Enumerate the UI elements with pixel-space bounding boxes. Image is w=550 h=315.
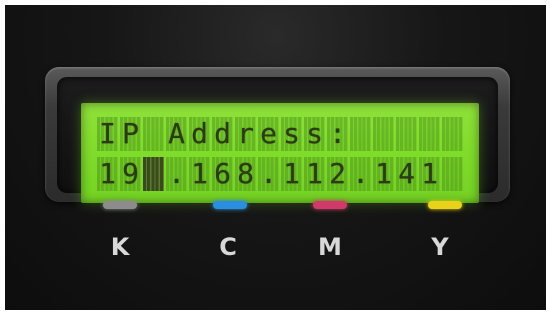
toner-label-m: M	[318, 233, 342, 261]
lcd-line-1: IP Address:	[97, 117, 467, 151]
lcd-char-cell: 9	[120, 157, 141, 191]
lcd-cursor-cell	[143, 157, 164, 191]
lcd-char-cell: 1	[419, 157, 440, 191]
lcd-char-cell: 1	[281, 157, 302, 191]
lcd-char-cell	[442, 117, 463, 151]
lcd-char-cell: I	[97, 117, 118, 151]
lcd-char-cell	[419, 117, 440, 151]
lcd-char-cell: :	[327, 117, 348, 151]
lcd-text-area: IP Address: 19.168.112.141	[97, 117, 467, 193]
lcd-char-cell: P	[120, 117, 141, 151]
lcd-char-cell	[396, 117, 417, 151]
lcd-char-cell: 1	[373, 157, 394, 191]
lcd-line-2: 19.168.112.141	[97, 157, 467, 191]
led-gray-icon	[103, 201, 137, 209]
lcd-char-cell: s	[281, 117, 302, 151]
toner-label-y: Y	[431, 233, 449, 261]
lcd-char-cell: .	[166, 157, 187, 191]
lcd-char-cell: e	[258, 117, 279, 151]
lcd-char-cell: 6	[212, 157, 233, 191]
lcd-char-cell: .	[350, 157, 371, 191]
lcd-char-cell: A	[166, 117, 187, 151]
lcd-char-cell: d	[189, 117, 210, 151]
lcd-char-cell: s	[304, 117, 325, 151]
led-cyan-icon	[213, 201, 247, 209]
toner-label-k: K	[110, 233, 130, 261]
lcd-char-cell: 1	[304, 157, 325, 191]
toner-led-row	[5, 201, 546, 213]
led-magenta-icon	[313, 201, 347, 209]
lcd-char-cell: 2	[327, 157, 348, 191]
led-yellow-icon	[428, 201, 462, 209]
lcd-char-cell: .	[258, 157, 279, 191]
lcd-char-cell	[350, 117, 371, 151]
lcd-char-cell: r	[235, 117, 256, 151]
toner-label-c: C	[219, 233, 237, 261]
lcd-char-cell	[143, 117, 164, 151]
lcd-char-cell	[373, 117, 394, 151]
lcd-char-cell: 1	[97, 157, 118, 191]
lcd-char-cell: 4	[396, 157, 417, 191]
lcd-char-cell: 1	[189, 157, 210, 191]
printer-panel-photo: IP Address: 19.168.112.141 KCMY	[5, 5, 546, 310]
lcd-char-cell: d	[212, 117, 233, 151]
lcd-char-cell	[442, 157, 463, 191]
toner-label-row: KCMY	[5, 233, 546, 265]
lcd-char-cell: 8	[235, 157, 256, 191]
